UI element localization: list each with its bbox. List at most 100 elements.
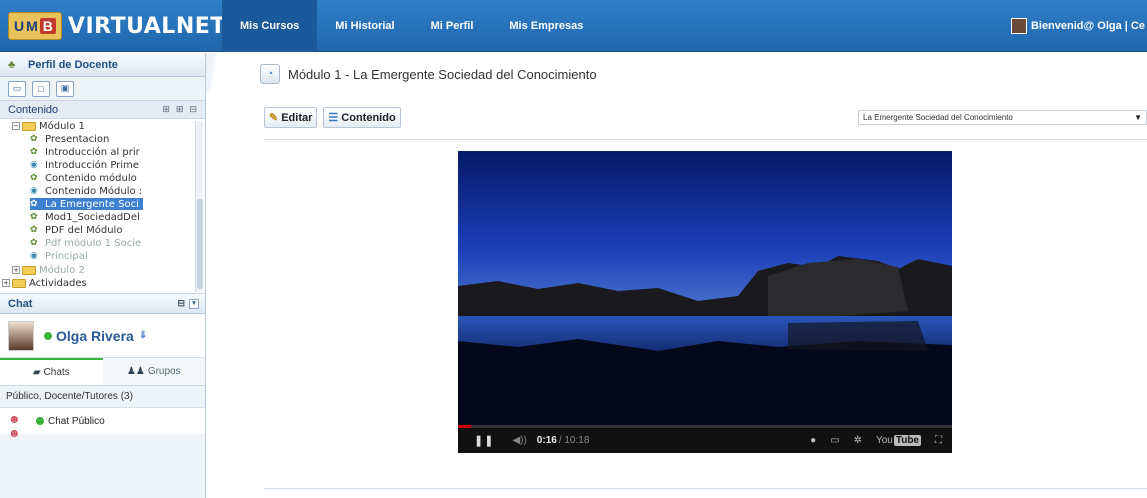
view-box-icon[interactable]: □ xyxy=(32,80,50,97)
tree-item-label: Presentacion xyxy=(45,133,110,145)
fullscreen-icon[interactable]: ⛶ xyxy=(935,435,942,446)
tab-grupos[interactable]: ♟♟ Grupos xyxy=(103,358,206,385)
tree-scrollbar-thumb[interactable] xyxy=(197,199,203,289)
tree-item-actividades[interactable]: + Actividades xyxy=(2,277,87,289)
chat-bubbles-icon: ▰ xyxy=(32,367,41,378)
resource-icon: ✿ xyxy=(30,173,38,183)
resource-select[interactable]: La Emergente Sociedad del Conocimiento ▼ xyxy=(858,110,1147,125)
content-header: Contenido ⊞ ⊞ ⊟ xyxy=(0,101,205,119)
tree-item-label: Mod1_SociedadDel xyxy=(45,211,140,223)
video-duration: / 10:18 xyxy=(558,435,590,446)
folder-icon xyxy=(22,121,36,131)
status-dropdown-icon[interactable]: ⇓ xyxy=(139,330,147,341)
tree-item-label: Módulo 1 xyxy=(39,120,85,132)
expand-toggle-icon[interactable]: + xyxy=(2,279,10,287)
tab-label: Grupos xyxy=(147,366,181,377)
view-calendar-icon[interactable]: ▣ xyxy=(56,80,74,97)
grid-icon[interactable]: ⊞ xyxy=(176,104,184,115)
resource-icon: ✿ xyxy=(30,147,38,157)
settings-gear-icon[interactable]: ✲ xyxy=(854,435,862,446)
tree-item[interactable]: ✿ Introducción al prir xyxy=(30,146,140,158)
nav-mi-perfil[interactable]: Mi Perfil xyxy=(413,0,492,52)
view-list-icon[interactable]: ▭ xyxy=(8,80,26,97)
tree-item-label: Principal xyxy=(45,250,88,262)
tree-item[interactable]: ✿ Mod1_SociedadDel xyxy=(30,211,140,223)
nav-mis-empresas[interactable]: Mis Empresas xyxy=(491,0,601,52)
main-content: ◔ Módulo 1 - La Emergente Sociedad del C… xyxy=(220,53,1147,498)
module-icon: ◔ xyxy=(260,64,280,84)
video-player[interactable] xyxy=(458,151,952,453)
tree-item-label: Contenido módulo xyxy=(45,172,137,184)
online-status-icon xyxy=(36,417,44,425)
info-icon[interactable]: ● xyxy=(810,435,816,446)
video-frame xyxy=(458,151,952,428)
online-status-icon xyxy=(44,331,52,340)
youtube-logo[interactable]: You Tube xyxy=(876,435,921,446)
video-controls: ❚❚ ◀)) 0:16 / 10:18 ● ▭ ✲ You Tube ⛶ xyxy=(458,428,952,453)
logo-letter-m: M xyxy=(26,18,38,34)
tree-item-label: Introducción Prime xyxy=(45,159,139,171)
profile-header[interactable]: ♣ Perfil de Docente xyxy=(0,53,205,77)
main-nav: Mis Cursos Mi Historial Mi Perfil Mis Em… xyxy=(222,0,601,52)
left-sidebar: ♣ Perfil de Docente ▭ □ ▣ Contenido ⊞ ⊞ … xyxy=(0,53,206,498)
collapse-toggle-icon[interactable]: − xyxy=(12,122,20,130)
youtube-brand-box: Tube xyxy=(893,435,921,446)
content-tree: − Módulo 1 ✿ Presentacion ✿ Introducción… xyxy=(0,119,205,294)
tab-chats[interactable]: ▰ Chats xyxy=(0,358,103,385)
tree-item-modulo-2[interactable]: + Módulo 2 xyxy=(12,264,85,276)
edit-label: Editar xyxy=(281,111,313,124)
expand-toggle-icon[interactable]: + xyxy=(12,266,20,274)
profile-title: Perfil de Docente xyxy=(28,58,118,71)
panel-divider xyxy=(206,53,220,93)
volume-icon[interactable]: ◀)) xyxy=(512,435,526,446)
folder-icon xyxy=(12,278,26,288)
tree-item[interactable]: ◉ Principal xyxy=(30,250,88,262)
pause-icon[interactable]: ❚❚ xyxy=(474,434,494,447)
tree-item-label: La Emergente Soci xyxy=(45,198,139,210)
video-right-controls: ● ▭ ✲ You Tube ⛶ xyxy=(810,428,942,453)
content-label: Contenido xyxy=(341,111,396,124)
resource-icon: ✿ xyxy=(30,238,38,248)
link-icon: ◉ xyxy=(30,186,38,196)
expand-all-icon[interactable]: ⊞ xyxy=(162,104,170,115)
tree-item[interactable]: ◉ Contenido Módulo : xyxy=(30,185,142,197)
chat-user: Olga Rivera ⇓ xyxy=(0,314,205,358)
tree-item[interactable]: ✿ Pdf módulo 1 Socie xyxy=(30,237,141,249)
collapse-icon[interactable]: ⊟ xyxy=(189,104,197,115)
tree-item-selected[interactable]: ✿ La Emergente Soci xyxy=(30,198,143,210)
chat-settings-icon[interactable]: ⊟ xyxy=(177,298,185,309)
content-list-icon: ☰ xyxy=(328,112,339,124)
tree-item[interactable]: ✿ PDF del Módulo xyxy=(30,224,122,236)
welcome-area[interactable]: Bienvenid@ Olga | Ce xyxy=(1010,0,1147,52)
chat-item-publico[interactable]: ☻☻ Chat Público xyxy=(0,408,205,440)
user-avatar-small xyxy=(1010,18,1027,34)
chat-tabs: ▰ Chats ♟♟ Grupos xyxy=(0,358,205,386)
tab-label: Chats xyxy=(43,367,70,378)
chat-minimize-icon[interactable]: ▾ xyxy=(189,298,199,309)
tree-item[interactable]: ◉ Introducción Prime xyxy=(30,159,139,171)
resource-icon: ✿ xyxy=(30,199,38,209)
content-button[interactable]: ☰ Contenido xyxy=(323,107,401,128)
edit-button[interactable]: ✎ Editar xyxy=(264,107,318,128)
chat-group-label: Público, Docente/Tutores (3) xyxy=(0,386,205,408)
content-header-label: Contenido xyxy=(8,103,59,116)
user-status[interactable]: Olga Rivera ⇓ xyxy=(44,328,147,344)
teacher-icon: ♣ xyxy=(8,58,16,71)
chat-item-label: Chat Público xyxy=(48,415,105,427)
page-header: ◔ Módulo 1 - La Emergente Sociedad del C… xyxy=(260,63,597,85)
welcome-text: Bienvenid@ Olga | Ce xyxy=(1030,20,1145,32)
tree-scrollbar[interactable] xyxy=(195,121,203,292)
tree-item[interactable]: ✿ Contenido módulo xyxy=(30,172,137,184)
dropdown-caret-icon: ▼ xyxy=(1134,113,1142,122)
resource-select-value: La Emergente Sociedad del Conocimiento xyxy=(863,113,1013,122)
tree-item-label: Introducción al prir xyxy=(45,146,140,158)
nav-mis-cursos[interactable]: Mis Cursos xyxy=(222,0,318,52)
tree-item-label: Módulo 2 xyxy=(39,264,85,276)
tree-item[interactable]: ✿ Presentacion xyxy=(30,133,109,145)
tree-item-label: Actividades xyxy=(29,277,87,289)
captions-icon[interactable]: ▭ xyxy=(830,435,839,446)
folder-icon xyxy=(22,265,36,275)
tree-item-modulo-1[interactable]: − Módulo 1 xyxy=(12,120,85,132)
nav-mi-historial[interactable]: Mi Historial xyxy=(317,0,412,52)
link-icon: ◉ xyxy=(30,251,38,261)
